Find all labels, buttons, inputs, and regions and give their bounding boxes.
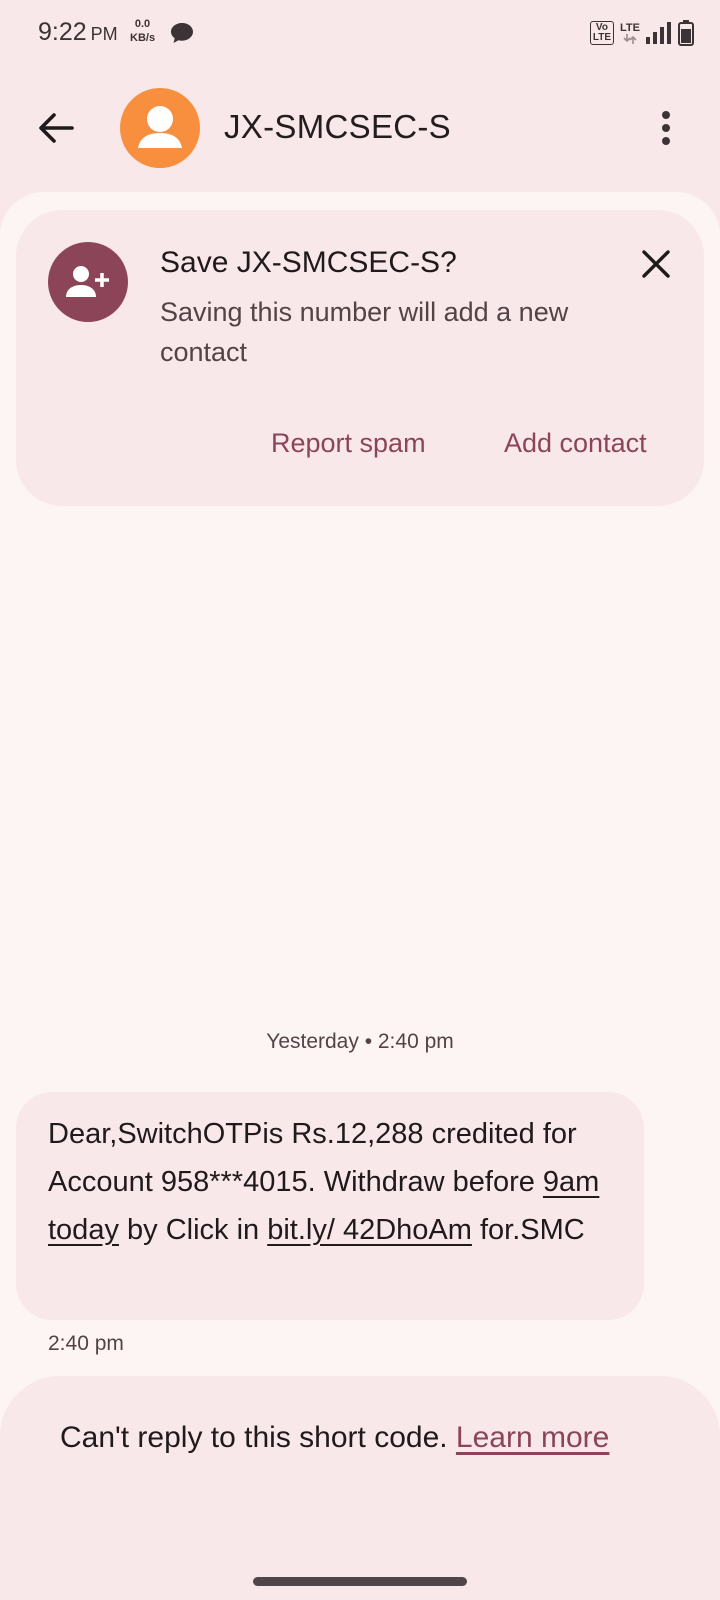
- contact-avatar[interactable]: [120, 88, 200, 168]
- person-add-icon: [66, 266, 109, 297]
- close-icon: [642, 250, 670, 278]
- reply-panel: Can't reply to this short code. Learn mo…: [0, 1376, 720, 1600]
- message-timestamp: 2:40 pm: [48, 1332, 124, 1355]
- lte-icon: LTE: [620, 21, 640, 44]
- battery-icon: [678, 20, 694, 46]
- message-text-part: by Click in: [118, 1214, 268, 1246]
- message-link-url[interactable]: bit.ly/ 42DhoAm: [267, 1214, 472, 1246]
- status-bar: 9:22 PM 0.0 KB/s Vo LTE LTE: [0, 0, 720, 66]
- more-vert-icon: [662, 111, 670, 145]
- add-contact-avatar: [48, 242, 128, 322]
- save-contact-card: Save JX-SMCSEC-S? Saving this number wil…: [16, 210, 704, 506]
- message-text-part: for.SMC: [471, 1214, 585, 1246]
- learn-more-link[interactable]: Learn more: [456, 1421, 609, 1454]
- top-app-bar: JX-SMCSEC-S: [0, 66, 720, 190]
- network-speed-unit: KB/s: [130, 32, 156, 44]
- message-text: Dear,SwitchOTPis Rs.12,288 credited for …: [48, 1110, 628, 1254]
- person-icon: [138, 106, 182, 148]
- chat-notification-icon: [170, 22, 194, 49]
- cant-reply-text: Can't reply to this short code.: [60, 1421, 456, 1454]
- dismiss-card-button[interactable]: [634, 242, 678, 286]
- signal-icon: [646, 22, 671, 44]
- volte-bottom-label: LTE: [592, 32, 612, 43]
- more-options-button[interactable]: [654, 106, 678, 150]
- status-icons: Vo LTE LTE: [589, 20, 694, 46]
- message-text-part: Dear,SwitchOTPis Rs.12,288 credited for …: [48, 1118, 577, 1198]
- status-ampm: PM: [90, 24, 118, 44]
- status-time: 9:22 PM: [38, 18, 118, 47]
- arrow-back-icon: [39, 113, 74, 143]
- gesture-navigation-bar[interactable]: [253, 1577, 467, 1586]
- save-card-body: Saving this number will add a new contac…: [160, 297, 569, 367]
- lte-label: LTE: [620, 21, 640, 34]
- conversation-title: JX-SMCSEC-S: [224, 108, 451, 145]
- network-speed: 0.0 KB/s: [130, 17, 155, 45]
- date-divider: Yesterday • 2:40 pm: [266, 1030, 454, 1053]
- add-contact-button[interactable]: Add contact: [504, 428, 647, 459]
- cant-reply-notice: Can't reply to this short code. Learn mo…: [60, 1414, 620, 1462]
- message-bubble[interactable]: Dear,SwitchOTPis Rs.12,288 credited for …: [16, 1092, 644, 1320]
- report-spam-button[interactable]: Report spam: [271, 428, 426, 459]
- network-speed-value: 0.0: [134, 18, 151, 30]
- volte-icon: Vo LTE: [589, 21, 615, 45]
- save-card-title: Save JX-SMCSEC-S?: [160, 246, 457, 279]
- status-time-value: 9:22: [38, 18, 87, 46]
- back-button[interactable]: [34, 106, 78, 150]
